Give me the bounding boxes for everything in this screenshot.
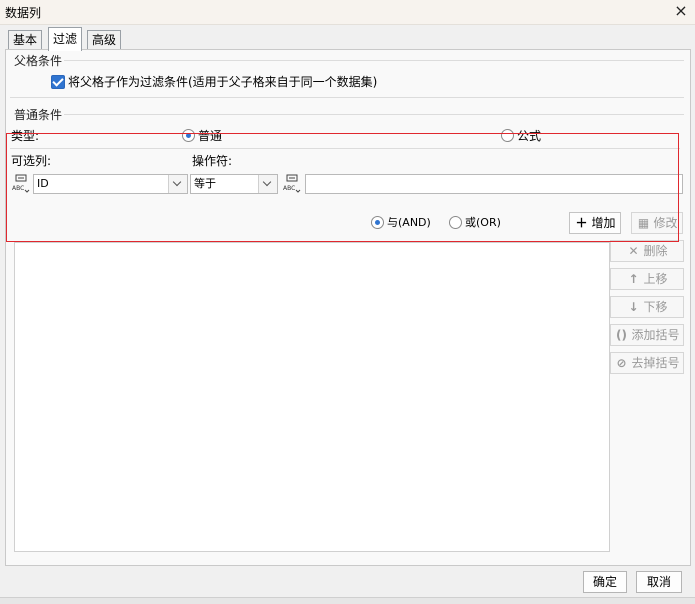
plus-icon: ＋ (575, 216, 588, 230)
remove-brackets-icon: ⊘ (616, 356, 627, 370)
value-input[interactable] (305, 174, 683, 194)
remove-bracket-button-label: 去掉括号 (631, 356, 680, 370)
add-bracket-button[interactable]: () 添加括号 (610, 324, 684, 346)
parent-condition-label: 父格条件 (14, 54, 63, 68)
logic-or-radio[interactable] (449, 216, 462, 229)
divider (10, 148, 680, 149)
column-select[interactable]: ID (33, 174, 188, 194)
type-formula-radio[interactable] (501, 129, 514, 142)
window-title: 数据列 (5, 6, 42, 20)
chevron-down-icon[interactable] (258, 175, 277, 193)
parent-filter-checkbox[interactable] (51, 75, 65, 89)
parent-filter-checkbox-label: 将父格子作为过滤条件(适用于父子格来自于同一个数据集) (68, 75, 378, 89)
divider (10, 97, 684, 98)
type-normal-label: 普通 (198, 129, 223, 143)
svg-text:ABC: ABC (283, 185, 295, 192)
logic-and-label: 与(AND) (387, 216, 431, 229)
divider (64, 60, 684, 61)
field-type-icon: ABC (11, 174, 31, 194)
operator-select-value: 等于 (194, 177, 216, 190)
title-bar (0, 0, 695, 25)
move-down-button-label: 下移 (643, 300, 668, 314)
edit-icon: ▦ (637, 216, 650, 230)
condition-list[interactable] (14, 242, 610, 552)
type-formula-label: 公式 (517, 129, 542, 143)
operator-select[interactable]: 等于 (190, 174, 278, 194)
column-label: 可选列: (11, 154, 52, 168)
divider (64, 114, 684, 115)
chevron-down-icon[interactable] (168, 175, 187, 193)
operator-label: 操作符: (192, 154, 233, 168)
modify-button-label: 修改 (653, 216, 678, 230)
ok-button[interactable]: 确定 (583, 571, 627, 593)
delete-x-icon: ✕ (628, 244, 639, 258)
type-label: 类型: (11, 129, 40, 143)
delete-button-label: 删除 (643, 244, 668, 258)
modify-button[interactable]: ▦ 修改 (631, 212, 683, 234)
delete-button[interactable]: ✕ 删除 (610, 240, 684, 262)
move-down-button[interactable]: ↓ 下移 (610, 296, 684, 318)
add-bracket-button-label: 添加括号 (631, 328, 680, 342)
logic-or-label: 或(OR) (465, 216, 501, 229)
remove-bracket-button[interactable]: ⊘ 去掉括号 (610, 352, 684, 374)
close-icon[interactable]: × (671, 1, 691, 21)
tab-basic[interactable]: 基本 (8, 30, 43, 50)
value-type-icon[interactable]: ABC (282, 174, 302, 194)
column-select-value: ID (37, 177, 49, 190)
add-button-label: 增加 (591, 216, 616, 230)
brackets-icon: () (616, 328, 627, 342)
common-condition-label: 普通条件 (14, 108, 63, 122)
logic-and-radio[interactable] (371, 216, 384, 229)
svg-text:ABC: ABC (12, 185, 24, 192)
tab-advanced[interactable]: 高级 (87, 30, 122, 50)
arrow-up-icon: ↑ (628, 272, 639, 286)
cancel-button[interactable]: 取消 (636, 571, 682, 593)
tab-filter[interactable]: 过滤 (48, 27, 83, 51)
move-up-button-label: 上移 (643, 272, 668, 286)
move-up-button[interactable]: ↑ 上移 (610, 268, 684, 290)
type-normal-radio[interactable] (182, 129, 195, 142)
add-button[interactable]: ＋增加 (569, 212, 621, 234)
arrow-down-icon: ↓ (628, 300, 639, 314)
